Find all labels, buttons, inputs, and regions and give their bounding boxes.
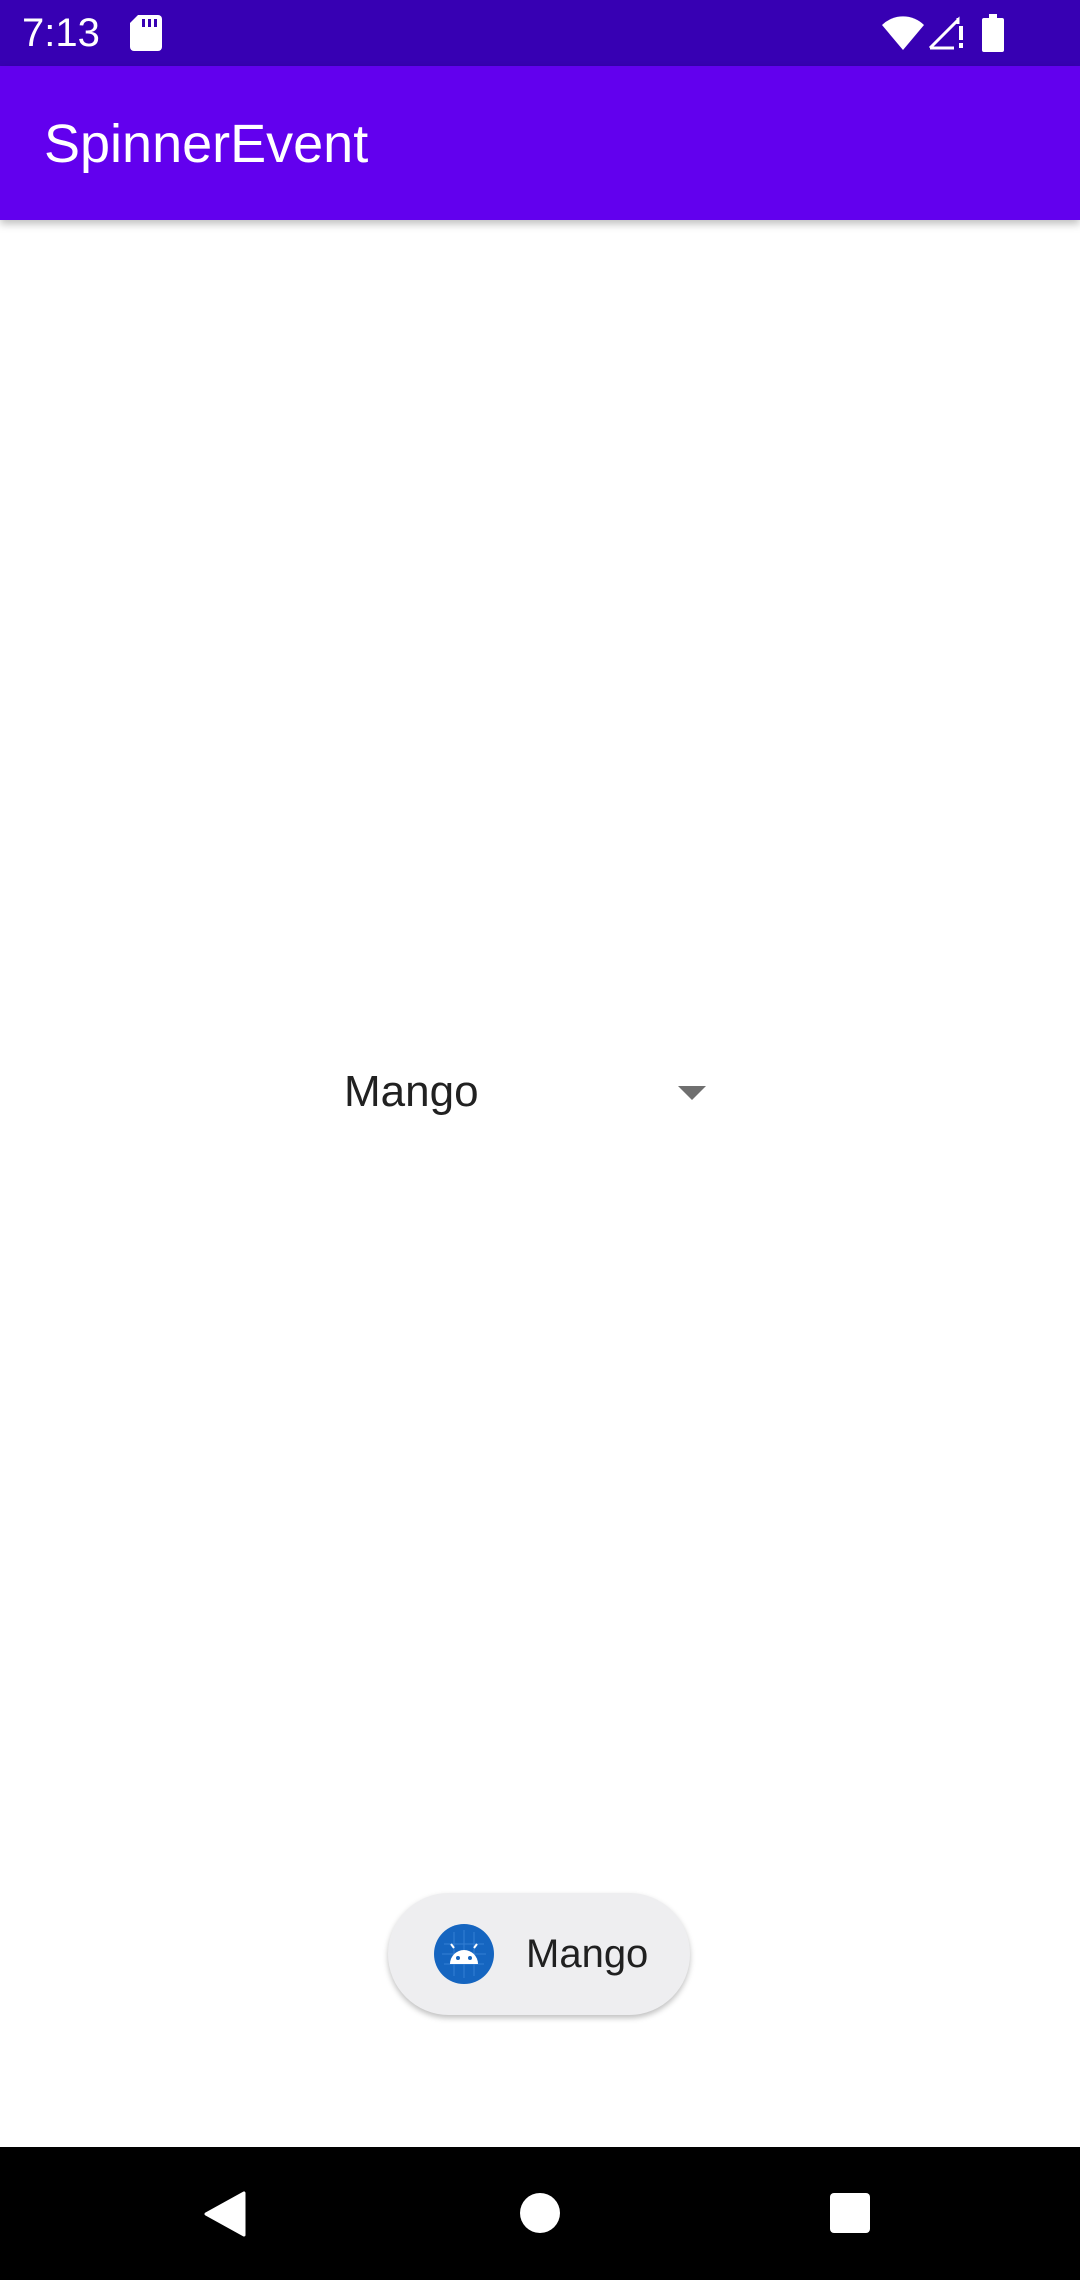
back-icon[interactable] — [202, 2191, 246, 2237]
recents-icon[interactable] — [830, 2193, 870, 2233]
status-bar: 7:13 — [0, 0, 1080, 66]
toast-message: Mango — [388, 1893, 690, 2015]
fruit-spinner[interactable]: Mango — [330, 1050, 730, 1136]
home-icon[interactable] — [520, 2193, 560, 2233]
navigation-bar — [0, 2147, 1080, 2280]
battery-icon — [982, 14, 1004, 52]
toast-text: Mango — [526, 1932, 649, 1976]
android-app-icon — [434, 1924, 494, 1984]
cell-signal-icon — [928, 16, 963, 50]
status-time: 7:13 — [22, 11, 100, 55]
dropdown-arrow-icon — [678, 1086, 706, 1100]
sd-card-icon — [130, 15, 162, 51]
wifi-icon — [882, 16, 924, 50]
app-bar: SpinnerEvent — [0, 66, 1080, 220]
app-title: SpinnerEvent — [44, 114, 369, 174]
spinner-selected-value: Mango — [344, 1067, 479, 1116]
